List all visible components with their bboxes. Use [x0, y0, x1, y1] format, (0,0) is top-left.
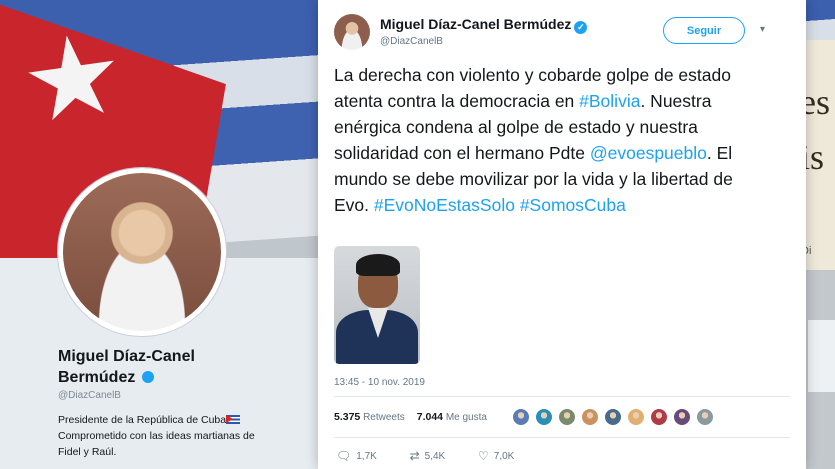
reply-icon: 🗨︎ — [336, 449, 352, 463]
profile-bio: Presidente de la República de Cuba Compr… — [58, 412, 288, 460]
tweet-card: Miguel Díaz-Canel Bermúdez ✓ @DiazCanelB … — [318, 0, 806, 469]
likes-count[interactable]: 7.044 — [417, 411, 443, 423]
chevron-down-icon[interactable]: ▾ — [760, 24, 765, 35]
like-action-count: 7,0K — [493, 451, 515, 462]
likers-avatars — [512, 408, 719, 428]
liker-avatar[interactable] — [696, 408, 714, 426]
profile-handle[interactable]: @DiazCanelB — [58, 390, 121, 401]
retweet-action-count: 5,4K — [424, 451, 446, 462]
profile-bio-line3: Fidel y Raúl. — [58, 446, 117, 458]
likes-label[interactable]: Me gusta — [446, 412, 487, 423]
profile-name-line2: Bermúdez — [58, 369, 136, 386]
profile-bio-line2: Comprometido con las ideas martianas de — [58, 430, 255, 442]
retweets-count[interactable]: 5.375 — [334, 411, 360, 423]
profile-avatar[interactable] — [58, 168, 226, 336]
liker-avatar[interactable] — [512, 408, 530, 426]
profile-name: Miguel Díaz-Canel Bermúdez — [58, 346, 258, 388]
verified-badge-icon: ✓ — [574, 21, 588, 34]
heart-icon: ♡ — [478, 449, 489, 463]
liker-avatar[interactable] — [581, 408, 599, 426]
liker-avatar[interactable] — [535, 408, 553, 426]
profile-bio-line1: Presidente de la República de Cuba — [58, 414, 227, 426]
hashtag-link-bolivia[interactable]: #Bolivia — [579, 91, 640, 111]
divider — [334, 396, 790, 397]
retweet-button[interactable]: ⇄ 5,4K — [410, 449, 446, 463]
liker-avatar[interactable] — [673, 408, 691, 426]
tweet-photo[interactable] — [334, 246, 420, 364]
profile-name-line1: Miguel Díaz-Canel — [58, 348, 195, 365]
divider — [334, 437, 790, 438]
reply-button[interactable]: 🗨︎ 1,7K — [336, 449, 377, 463]
tweet-timestamp[interactable]: 13:45 - 10 nov. 2019 — [334, 377, 425, 388]
tweet-author-handle[interactable]: @DiazCanelB — [380, 36, 443, 47]
right-card — [808, 320, 835, 392]
liker-avatar[interactable] — [604, 408, 622, 426]
liker-avatar[interactable] — [650, 408, 668, 426]
tweet-actions: 🗨︎ 1,7K ⇄ 5,4K ♡ 7,0K — [336, 449, 544, 463]
photo-hair — [356, 254, 400, 276]
tweet-author-name-text: Miguel Díaz-Canel Bermúdez — [380, 16, 572, 32]
retweets-label[interactable]: Retweets — [363, 412, 405, 423]
liker-avatar[interactable] — [558, 408, 576, 426]
liker-avatar[interactable] — [627, 408, 645, 426]
reply-count: 1,7K — [356, 451, 377, 462]
mention-link-evoespueblo[interactable]: @evoespueblo — [590, 143, 707, 163]
tweet-stats: 5.375 Retweets 7.044 Me gusta — [334, 411, 487, 423]
tweet-author-name[interactable]: Miguel Díaz-Canel Bermúdez ✓ — [380, 16, 588, 34]
follow-button[interactable]: Seguir — [663, 17, 745, 44]
tweet-text: La derecha con violento y cobarde golpe … — [334, 62, 754, 218]
retweet-icon: ⇄ — [409, 449, 420, 463]
hashtag-link-somoscuba[interactable]: #SomosCuba — [520, 195, 626, 215]
like-button[interactable]: ♡ 7,0K — [478, 449, 514, 463]
cuba-flag-icon — [226, 415, 241, 424]
verified-badge-icon — [141, 371, 154, 383]
hashtag-link-evonoestassolo[interactable]: #EvoNoEstasSolo — [374, 195, 515, 215]
tweet-author-avatar[interactable] — [334, 14, 370, 50]
